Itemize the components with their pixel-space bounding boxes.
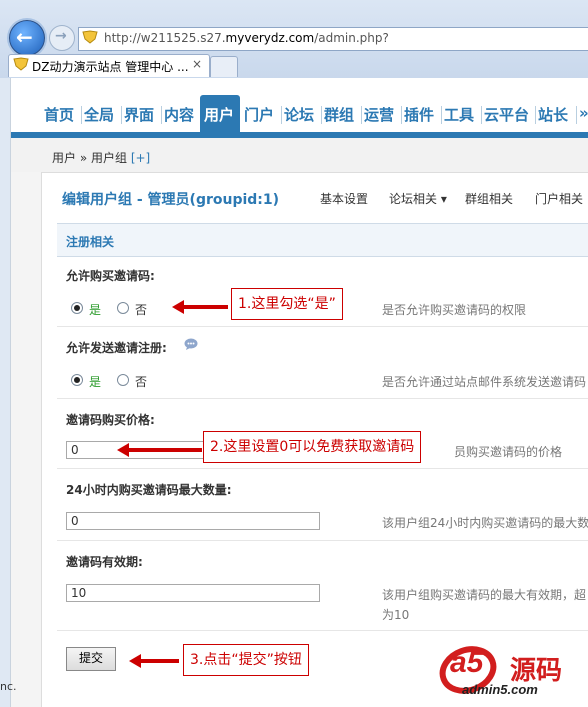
menu-item[interactable]: 插件 bbox=[404, 104, 434, 125]
allow-send-hint: 是否允许通过站点邮件系统发送邀请码 bbox=[382, 375, 587, 389]
watermark-logo: a5 源码 admin5.com bbox=[438, 640, 588, 700]
subnav-basic[interactable]: 基本设置 bbox=[320, 190, 368, 207]
watermark-brand: a5 bbox=[450, 646, 484, 679]
menu-item[interactable]: 运营 bbox=[364, 104, 394, 125]
price-label: 邀请码购买价格: bbox=[66, 413, 155, 427]
allow-send-no-radio[interactable] bbox=[117, 374, 129, 386]
menu-item[interactable]: » bbox=[579, 104, 588, 122]
menu-separator bbox=[361, 106, 362, 124]
row-divider bbox=[57, 540, 588, 541]
tab-close-icon[interactable]: × bbox=[192, 57, 202, 71]
submit-button[interactable]: 提交 bbox=[66, 647, 116, 671]
allow-buy-no-radio[interactable] bbox=[117, 302, 129, 314]
menu-item[interactable]: 首页 bbox=[44, 104, 74, 125]
help-bubble-icon[interactable] bbox=[184, 338, 198, 351]
add-group-link[interactable]: [+] bbox=[131, 151, 150, 165]
menu-item[interactable]: 站长 bbox=[538, 104, 568, 125]
row-divider bbox=[57, 398, 588, 399]
subnav-portal[interactable]: 门户相关 bbox=[535, 190, 583, 207]
menu-separator bbox=[281, 106, 282, 124]
menu-separator bbox=[441, 106, 442, 124]
menu-item[interactable]: 全局 bbox=[84, 104, 114, 125]
back-button[interactable]: ← bbox=[9, 20, 45, 56]
menu-separator bbox=[121, 106, 122, 124]
annotation-note-3: 3.点击“提交”按钮 bbox=[183, 644, 309, 676]
footer-fragment: nc. bbox=[0, 680, 17, 693]
forward-button[interactable]: → bbox=[49, 25, 75, 51]
allow-buy-hint: 是否允许购买邀请码的权限 bbox=[382, 303, 527, 317]
menu-separator bbox=[481, 106, 482, 124]
validity-hint: 该用户组购买邀请码的最大有效期，超 bbox=[382, 588, 587, 602]
menu-separator bbox=[535, 106, 536, 124]
allow-buy-no-label: 否 bbox=[135, 303, 148, 317]
subnav-group[interactable]: 群组相关 bbox=[465, 190, 513, 207]
annotation-note-1: 1.这里勾选“是” bbox=[231, 288, 343, 320]
validity-label: 邀请码有效期: bbox=[66, 555, 143, 569]
breadcrumb: 用户 » 用户组 [+] bbox=[52, 151, 151, 165]
validity-input[interactable] bbox=[66, 584, 320, 602]
validity-hint-cont: 为10 bbox=[382, 608, 410, 622]
menu-separator bbox=[161, 106, 162, 124]
watermark-site: admin5.com bbox=[462, 682, 538, 697]
allow-send-label: 允许发送邀请注册: bbox=[66, 341, 167, 355]
annotation-arrow-icon bbox=[129, 654, 179, 668]
page-title: 编辑用户组 - 管理员(groupid:1) bbox=[62, 192, 280, 208]
max-24h-input[interactable] bbox=[66, 512, 320, 530]
allow-send-yes-radio[interactable] bbox=[71, 374, 83, 386]
site-favicon-icon bbox=[82, 30, 98, 44]
allow-buy-yes-radio[interactable] bbox=[71, 302, 83, 314]
tab-favicon-icon bbox=[13, 57, 29, 71]
annotation-arrow-icon bbox=[117, 443, 202, 457]
subnav-forum[interactable]: 论坛相关 ▾ bbox=[389, 190, 447, 207]
menu-separator bbox=[321, 106, 322, 124]
allow-buy-yes-label: 是 bbox=[89, 303, 102, 317]
row-divider bbox=[57, 630, 588, 631]
back-arrow-icon: ← bbox=[16, 25, 33, 49]
max-24h-hint: 该用户组24小时内购买邀请码的最大数 bbox=[382, 516, 588, 530]
section-title: 注册相关 bbox=[66, 235, 115, 249]
allow-buy-label: 允许购买邀请码: bbox=[66, 269, 155, 283]
allow-send-yes-label: 是 bbox=[89, 375, 102, 389]
menu-item[interactable]: 门户 bbox=[244, 104, 274, 125]
left-panel bbox=[11, 172, 42, 707]
annotation-note-2: 2.这里设置0可以免费获取邀请码 bbox=[203, 431, 422, 463]
max-24h-label: 24小时内购买邀请码最大数量: bbox=[66, 483, 232, 497]
forward-arrow-icon: → bbox=[55, 28, 67, 44]
allow-send-no-label: 否 bbox=[135, 375, 148, 389]
new-tab-button[interactable] bbox=[210, 56, 238, 77]
menu-item[interactable]: 工具 bbox=[444, 104, 474, 125]
menu-item[interactable]: 界面 bbox=[124, 104, 154, 125]
menu-item[interactable]: 论坛 bbox=[284, 104, 314, 125]
menu-item[interactable]: 群组 bbox=[324, 104, 354, 125]
section-header bbox=[57, 223, 588, 257]
menu-separator bbox=[401, 106, 402, 124]
menu-separator bbox=[576, 106, 577, 124]
menu-item[interactable]: 用户 bbox=[204, 104, 234, 125]
row-divider bbox=[57, 326, 588, 327]
annotation-arrow-icon bbox=[172, 300, 228, 314]
address-text: http://w211525.s27.myverydz.com/admin.ph… bbox=[104, 31, 389, 45]
tab-title: DZ动力演示站点 管理中心 ... bbox=[32, 60, 189, 74]
menu-item[interactable]: 内容 bbox=[164, 104, 194, 125]
menu-item[interactable]: 云平台 bbox=[484, 104, 529, 125]
row-divider bbox=[57, 468, 588, 469]
menu-separator bbox=[81, 106, 82, 124]
price-hint: 员购买邀请码的价格 bbox=[454, 445, 563, 459]
